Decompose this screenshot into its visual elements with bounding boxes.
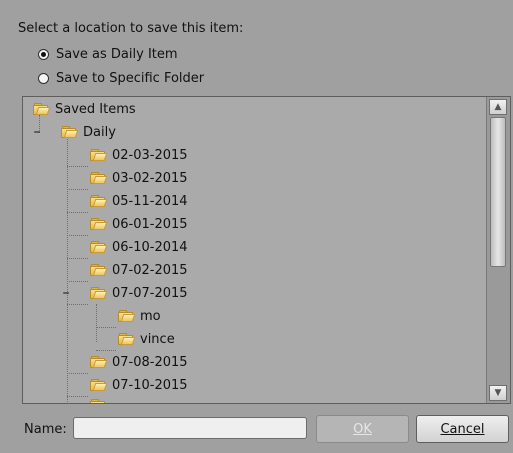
tree-connector bbox=[67, 212, 88, 213]
tree-node-label: 07-02-2015 bbox=[112, 262, 188, 278]
tree-node-07-10-2015[interactable]: 07-10-2015 bbox=[90, 375, 188, 395]
tree-node-label: vince bbox=[140, 331, 175, 347]
name-input[interactable] bbox=[73, 417, 307, 439]
folder-icon bbox=[61, 125, 79, 139]
tree-node-label: 06-01-2015 bbox=[112, 216, 188, 232]
tree-node-02-03-2015[interactable]: 02-03-2015 bbox=[90, 145, 188, 165]
scroll-up-icon[interactable]: ▲ bbox=[489, 99, 507, 115]
folder-icon bbox=[90, 263, 108, 277]
folder-icon bbox=[33, 102, 51, 116]
tree-node-03-02-2015[interactable]: 03-02-2015 bbox=[90, 168, 188, 188]
tree-node-mo[interactable]: mo bbox=[118, 306, 161, 326]
folder-tree-content: Saved Items – Daily 02-03-2015 03-02-201… bbox=[23, 97, 486, 403]
cancel-button[interactable]: Cancel bbox=[416, 415, 509, 443]
tree-node-label: 02-03-2015 bbox=[112, 147, 188, 163]
folder-icon bbox=[90, 399, 106, 403]
tree-node-07-02-2015[interactable]: 07-02-2015 bbox=[90, 260, 188, 280]
tree-node-07-08-2015[interactable]: 07-08-2015 bbox=[90, 352, 188, 372]
tree-node-label: 07-07-2015 bbox=[112, 285, 188, 301]
folder-icon bbox=[90, 148, 108, 162]
folder-icon bbox=[90, 240, 108, 254]
tree-connector bbox=[67, 235, 88, 236]
tree-node-label: 05-11-2014 bbox=[112, 193, 188, 209]
folder-icon bbox=[90, 355, 108, 369]
collapse-icon[interactable]: – bbox=[60, 286, 72, 300]
tree-node-label: 03-02-2015 bbox=[112, 170, 188, 186]
tree-connector bbox=[67, 304, 88, 305]
tree-connector bbox=[96, 304, 97, 342]
folder-icon bbox=[118, 309, 136, 323]
tree-connector bbox=[67, 258, 88, 259]
tree-connector bbox=[67, 189, 88, 190]
tree-node-06-01-2015[interactable]: 06-01-2015 bbox=[90, 214, 188, 234]
tree-node-label: 07-10-2015 bbox=[112, 377, 188, 393]
tree-node-06-10-2014[interactable]: 06-10-2014 bbox=[90, 237, 188, 257]
folder-icon bbox=[90, 378, 108, 392]
folder-tree[interactable]: Saved Items – Daily 02-03-2015 03-02-201… bbox=[22, 96, 511, 404]
tree-connector bbox=[67, 166, 88, 167]
radio-save-daily[interactable]: Save as Daily Item bbox=[38, 45, 178, 63]
tree-connector bbox=[96, 327, 116, 328]
folder-icon bbox=[90, 286, 108, 300]
tree-connector bbox=[67, 373, 88, 374]
tree-connector bbox=[96, 350, 116, 351]
tree-node-daily[interactable]: Daily bbox=[61, 122, 116, 142]
tree-node-vince[interactable]: vince bbox=[118, 329, 175, 349]
tree-node-saved-items[interactable]: Saved Items bbox=[33, 99, 136, 119]
folder-icon bbox=[90, 171, 108, 185]
scroll-down-icon[interactable]: ▼ bbox=[489, 385, 507, 401]
ok-button[interactable]: OK bbox=[316, 415, 409, 443]
scrollbar-thumb[interactable] bbox=[490, 117, 506, 267]
radio-unselected-icon[interactable] bbox=[38, 72, 49, 84]
folder-icon bbox=[90, 194, 108, 208]
tree-node-label: 06-10-2014 bbox=[112, 239, 188, 255]
tree-scrollbar[interactable]: ▲ ▼ bbox=[486, 97, 510, 403]
folder-icon bbox=[118, 332, 136, 346]
tree-node-07-07-2015[interactable]: 07-07-2015 bbox=[90, 283, 188, 303]
dialog-prompt: Select a location to save this item: bbox=[18, 21, 244, 36]
tree-node-label: mo bbox=[140, 308, 161, 324]
radio-save-daily-label: Save as Daily Item bbox=[56, 46, 178, 62]
name-label: Name: bbox=[24, 422, 67, 437]
tree-connector bbox=[67, 396, 88, 397]
tree-node-05-11-2014[interactable]: 05-11-2014 bbox=[90, 191, 188, 211]
radio-selected-icon[interactable] bbox=[38, 48, 49, 60]
tree-node-label: Saved Items bbox=[55, 101, 136, 117]
tree-node-label: Daily bbox=[83, 124, 116, 140]
folder-icon bbox=[90, 217, 108, 231]
tree-connector bbox=[67, 281, 88, 282]
radio-save-specific-folder[interactable]: Save to Specific Folder bbox=[38, 69, 204, 87]
tree-node-label: 07-08-2015 bbox=[112, 354, 188, 370]
tree-connector bbox=[67, 132, 68, 403]
collapse-icon[interactable]: – bbox=[31, 125, 43, 139]
save-location-dialog: Select a location to save this item: Sav… bbox=[0, 0, 513, 453]
radio-save-specific-folder-label: Save to Specific Folder bbox=[56, 70, 205, 86]
